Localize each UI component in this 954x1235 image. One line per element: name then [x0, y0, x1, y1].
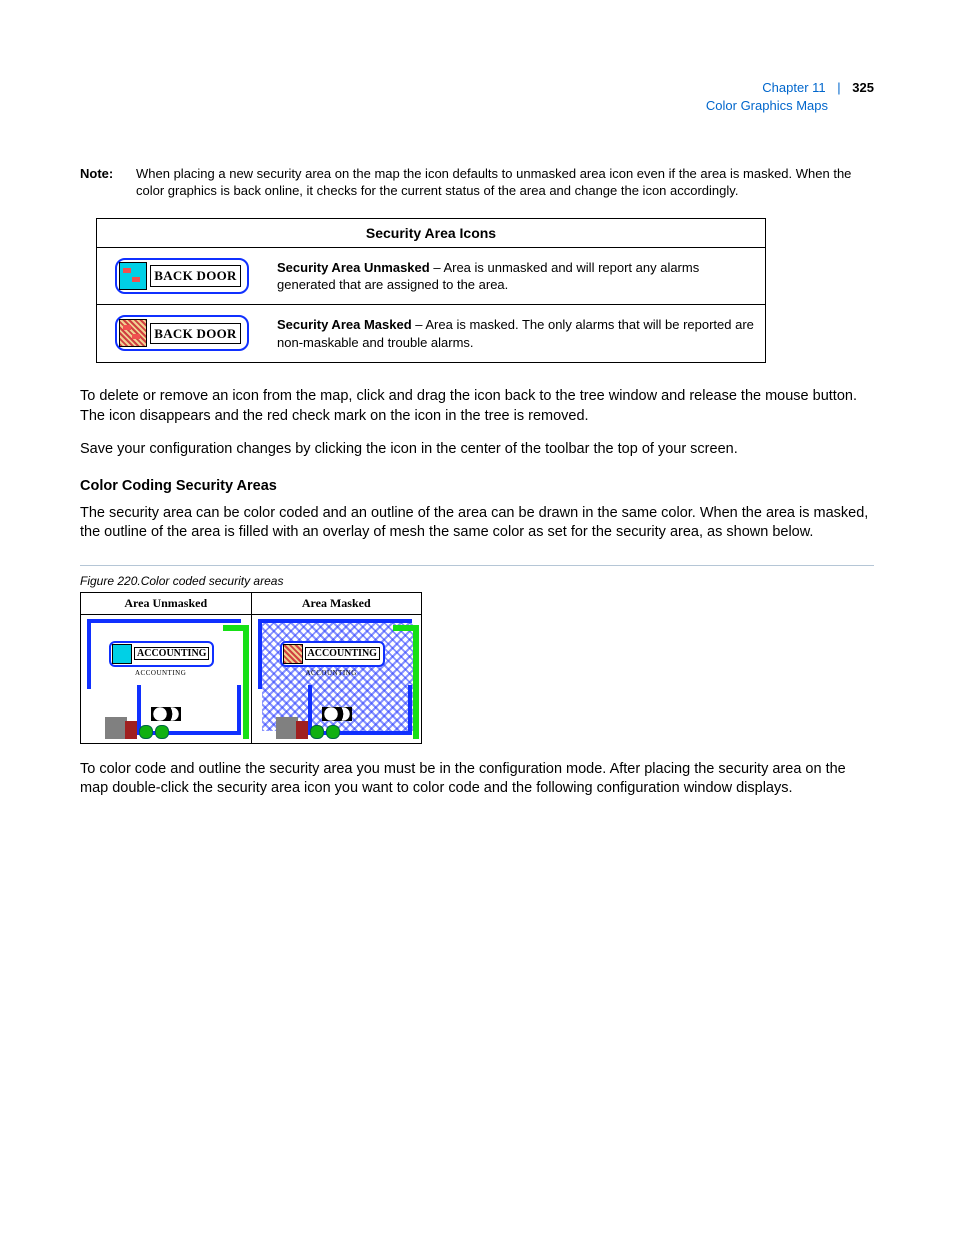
vehicle-icon: [322, 707, 352, 721]
security-area-icons-table: Security Area Icons BACK DOOR Security A…: [96, 218, 766, 363]
badge-label: ACCOUNTING: [134, 647, 209, 660]
note-label: Note:: [80, 165, 136, 200]
floorplan-icon: [283, 644, 303, 664]
page-header: Chapter 11 | 325 Color Graphics Maps: [80, 80, 874, 115]
gray-box-icon: [276, 717, 298, 739]
red-door-icon: [296, 721, 308, 739]
paragraph-delete-icon: To delete or remove an icon from the map…: [80, 387, 874, 426]
page: Chapter 11 | 325 Color Graphics Maps Not…: [0, 0, 954, 1235]
rule: [80, 565, 874, 566]
panel-caption: Area Unmasked: [81, 593, 251, 615]
icon-label: BACK DOOR: [150, 265, 241, 287]
panel-caption: Area Masked: [252, 593, 422, 615]
page-number: 325: [852, 80, 874, 95]
paragraph-save-config: Save your configuration changes by click…: [80, 440, 874, 460]
table-row: BACK DOOR Security Area Masked – Area is…: [97, 305, 766, 363]
status-dots: [310, 725, 340, 739]
table-heading: Security Area Icons: [97, 218, 766, 247]
security-area-masked-icon: BACK DOOR: [115, 315, 249, 351]
header-separator: |: [829, 80, 848, 95]
row-description: Security Area Unmasked – Area is unmaske…: [267, 247, 766, 305]
floorplan-icon: [119, 319, 147, 347]
red-door-icon: [125, 721, 137, 739]
security-area-unmasked-icon: BACK DOOR: [115, 258, 249, 294]
row-description: Security Area Masked – Area is masked. T…: [267, 305, 766, 363]
panel-area-masked: Area Masked ACCOUNTING ACCOUNTING: [251, 593, 422, 743]
table-row: BACK DOOR Security Area Unmasked – Area …: [97, 247, 766, 305]
chapter-label: Chapter 11: [762, 80, 825, 95]
row-title: Security Area Masked: [277, 317, 412, 332]
accounting-badge: ACCOUNTING: [280, 641, 385, 667]
tiny-label: ACCOUNTING: [135, 669, 186, 677]
icon-label: BACK DOOR: [150, 323, 241, 345]
paragraph-config-mode: To color code and outline the security a…: [80, 760, 874, 799]
floorplan-icon: [119, 262, 147, 290]
note-text: When placing a new security area on the …: [136, 165, 874, 200]
floorplan-icon: [112, 644, 132, 664]
floorplan-masked: ACCOUNTING ACCOUNTING: [252, 615, 422, 743]
paragraph-color-coding: The security area can be color coded and…: [80, 504, 874, 543]
vehicle-icon: [151, 707, 181, 721]
tiny-label: ACCOUNTING: [306, 669, 357, 677]
row-title: Security Area Unmasked: [277, 260, 430, 275]
figure-caption: Figure 220.Color coded security areas: [80, 574, 874, 588]
note-block: Note: When placing a new security area o…: [80, 165, 874, 200]
badge-label: ACCOUNTING: [305, 647, 380, 660]
subheading-color-coding: Color Coding Security Areas: [80, 478, 874, 494]
accounting-badge: ACCOUNTING: [109, 641, 214, 667]
figure-220: Area Unmasked ACCOUNTING ACCOUNTING Area…: [80, 592, 422, 744]
chapter-title: Color Graphics Maps: [706, 98, 828, 113]
status-dots: [139, 725, 169, 739]
gray-box-icon: [105, 717, 127, 739]
floorplan-unmasked: ACCOUNTING ACCOUNTING: [81, 615, 251, 743]
panel-area-unmasked: Area Unmasked ACCOUNTING ACCOUNTING: [81, 593, 251, 743]
